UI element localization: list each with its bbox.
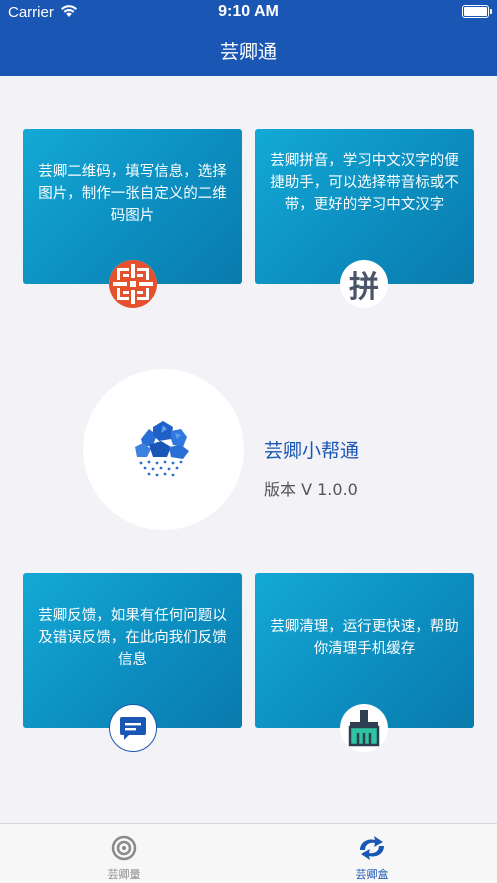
spiral-at-icon bbox=[111, 835, 137, 861]
tab-yunqingliang[interactable]: 芸卿量 bbox=[0, 824, 248, 883]
tab-yunqinghe-label: 芸卿盒 bbox=[355, 868, 389, 881]
status-bar: Carrier 9:10 AM bbox=[0, 0, 497, 26]
app-version: 版本 V 1.0.0 bbox=[264, 480, 358, 499]
refresh-arrows-icon bbox=[360, 836, 384, 860]
broom-clean-icon[interactable] bbox=[340, 704, 388, 752]
pinyin-card-text: 芸卿拼音，学习中文汉字的便捷助手，可以选择带音标或不带，更好的学习中文汉字 bbox=[270, 153, 459, 213]
qr-code-card-text: 芸卿二维码，填写信息，选择图片，制作一张自定义的二维码图片 bbox=[38, 164, 227, 224]
tab-yunqingliang-label: 芸卿量 bbox=[107, 868, 141, 881]
app-name: 芸卿小帮通 bbox=[264, 440, 360, 462]
pinyin-icon-glyph: 拼 bbox=[349, 270, 379, 305]
tab-bar: 芸卿量 芸卿盒 bbox=[0, 823, 497, 883]
battery-icon bbox=[462, 5, 492, 18]
clean-card-text: 芸卿清理，运行更快速，帮助你清理手机缓存 bbox=[270, 619, 459, 657]
feedback-message-icon[interactable] bbox=[109, 704, 157, 752]
header-bar: Carrier 9:10 AM 芸卿通 bbox=[0, 0, 497, 76]
feedback-card-text: 芸卿反馈，如果有任何问题以及错误反馈，在此向我们反馈信息 bbox=[38, 608, 227, 668]
tab-yunqinghe[interactable]: 芸卿盒 bbox=[248, 824, 496, 883]
rain-cloud-logo-icon bbox=[135, 421, 189, 477]
qr-code-icon[interactable] bbox=[109, 260, 157, 308]
page-title: 芸卿通 bbox=[219, 41, 277, 63]
status-time: 9:10 AM bbox=[218, 3, 279, 20]
app-logo-circle bbox=[83, 369, 244, 530]
pinyin-icon[interactable]: 拼 bbox=[340, 260, 388, 308]
